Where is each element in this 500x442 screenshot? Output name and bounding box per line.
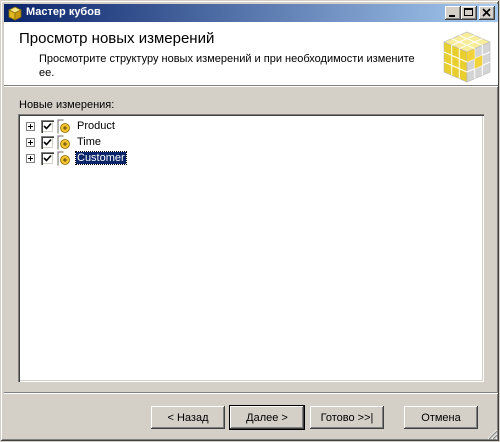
- dimension-icon: [57, 119, 70, 134]
- dimension-icon: [57, 135, 70, 150]
- minimize-button[interactable]: [445, 6, 461, 20]
- cube-wizard-window: Мастер кубов Просмотр новых измерений Пр…: [0, 0, 500, 442]
- expand-icon[interactable]: [26, 122, 35, 131]
- tree-item-product[interactable]: Product: [18, 118, 218, 134]
- dimension-label: Product: [77, 120, 115, 132]
- finish-button[interactable]: Готово >>|: [310, 406, 384, 429]
- header-separator: [4, 85, 498, 87]
- tree-item-customer[interactable]: Customer: [18, 150, 218, 166]
- cancel-button[interactable]: Отмена: [404, 406, 478, 429]
- back-button[interactable]: < Назад: [151, 406, 225, 429]
- dimensions-tree[interactable]: Product Time Customer: [18, 114, 484, 382]
- maximize-icon: [464, 8, 473, 16]
- title-bar[interactable]: Мастер кубов: [4, 4, 498, 22]
- check-icon: [43, 122, 52, 130]
- close-icon: [482, 8, 491, 17]
- check-icon: [43, 138, 52, 146]
- page-subtitle: Просмотрите структуру новых измерений и …: [39, 53, 415, 79]
- new-dimensions-label: Новые измерения:: [19, 99, 115, 111]
- minimize-icon: [449, 15, 455, 17]
- cube-icon: [8, 6, 22, 21]
- next-button[interactable]: Далее >: [230, 406, 304, 429]
- window-title: Мастер кубов: [26, 6, 101, 18]
- dimension-label: Customer: [75, 151, 127, 165]
- tree-item-time[interactable]: Time: [18, 134, 218, 150]
- check-icon: [43, 154, 52, 162]
- dimension-icon: [57, 151, 70, 166]
- page-title: Просмотр новых измерений: [19, 30, 215, 47]
- dimension-label: Time: [77, 136, 102, 148]
- dimension-checkbox[interactable]: [41, 136, 54, 149]
- wizard-header: Просмотр новых измерений Просмотрите стр…: [4, 22, 498, 85]
- dimension-checkbox[interactable]: [41, 120, 54, 133]
- expand-icon[interactable]: [26, 154, 35, 163]
- dimension-checkbox[interactable]: [41, 152, 54, 165]
- maximize-button[interactable]: [461, 6, 477, 20]
- cube-grid-icon: [443, 31, 491, 83]
- close-button[interactable]: [479, 6, 495, 20]
- expand-icon[interactable]: [26, 138, 35, 147]
- footer-separator: [4, 392, 498, 394]
- resize-grip-icon[interactable]: [487, 429, 498, 440]
